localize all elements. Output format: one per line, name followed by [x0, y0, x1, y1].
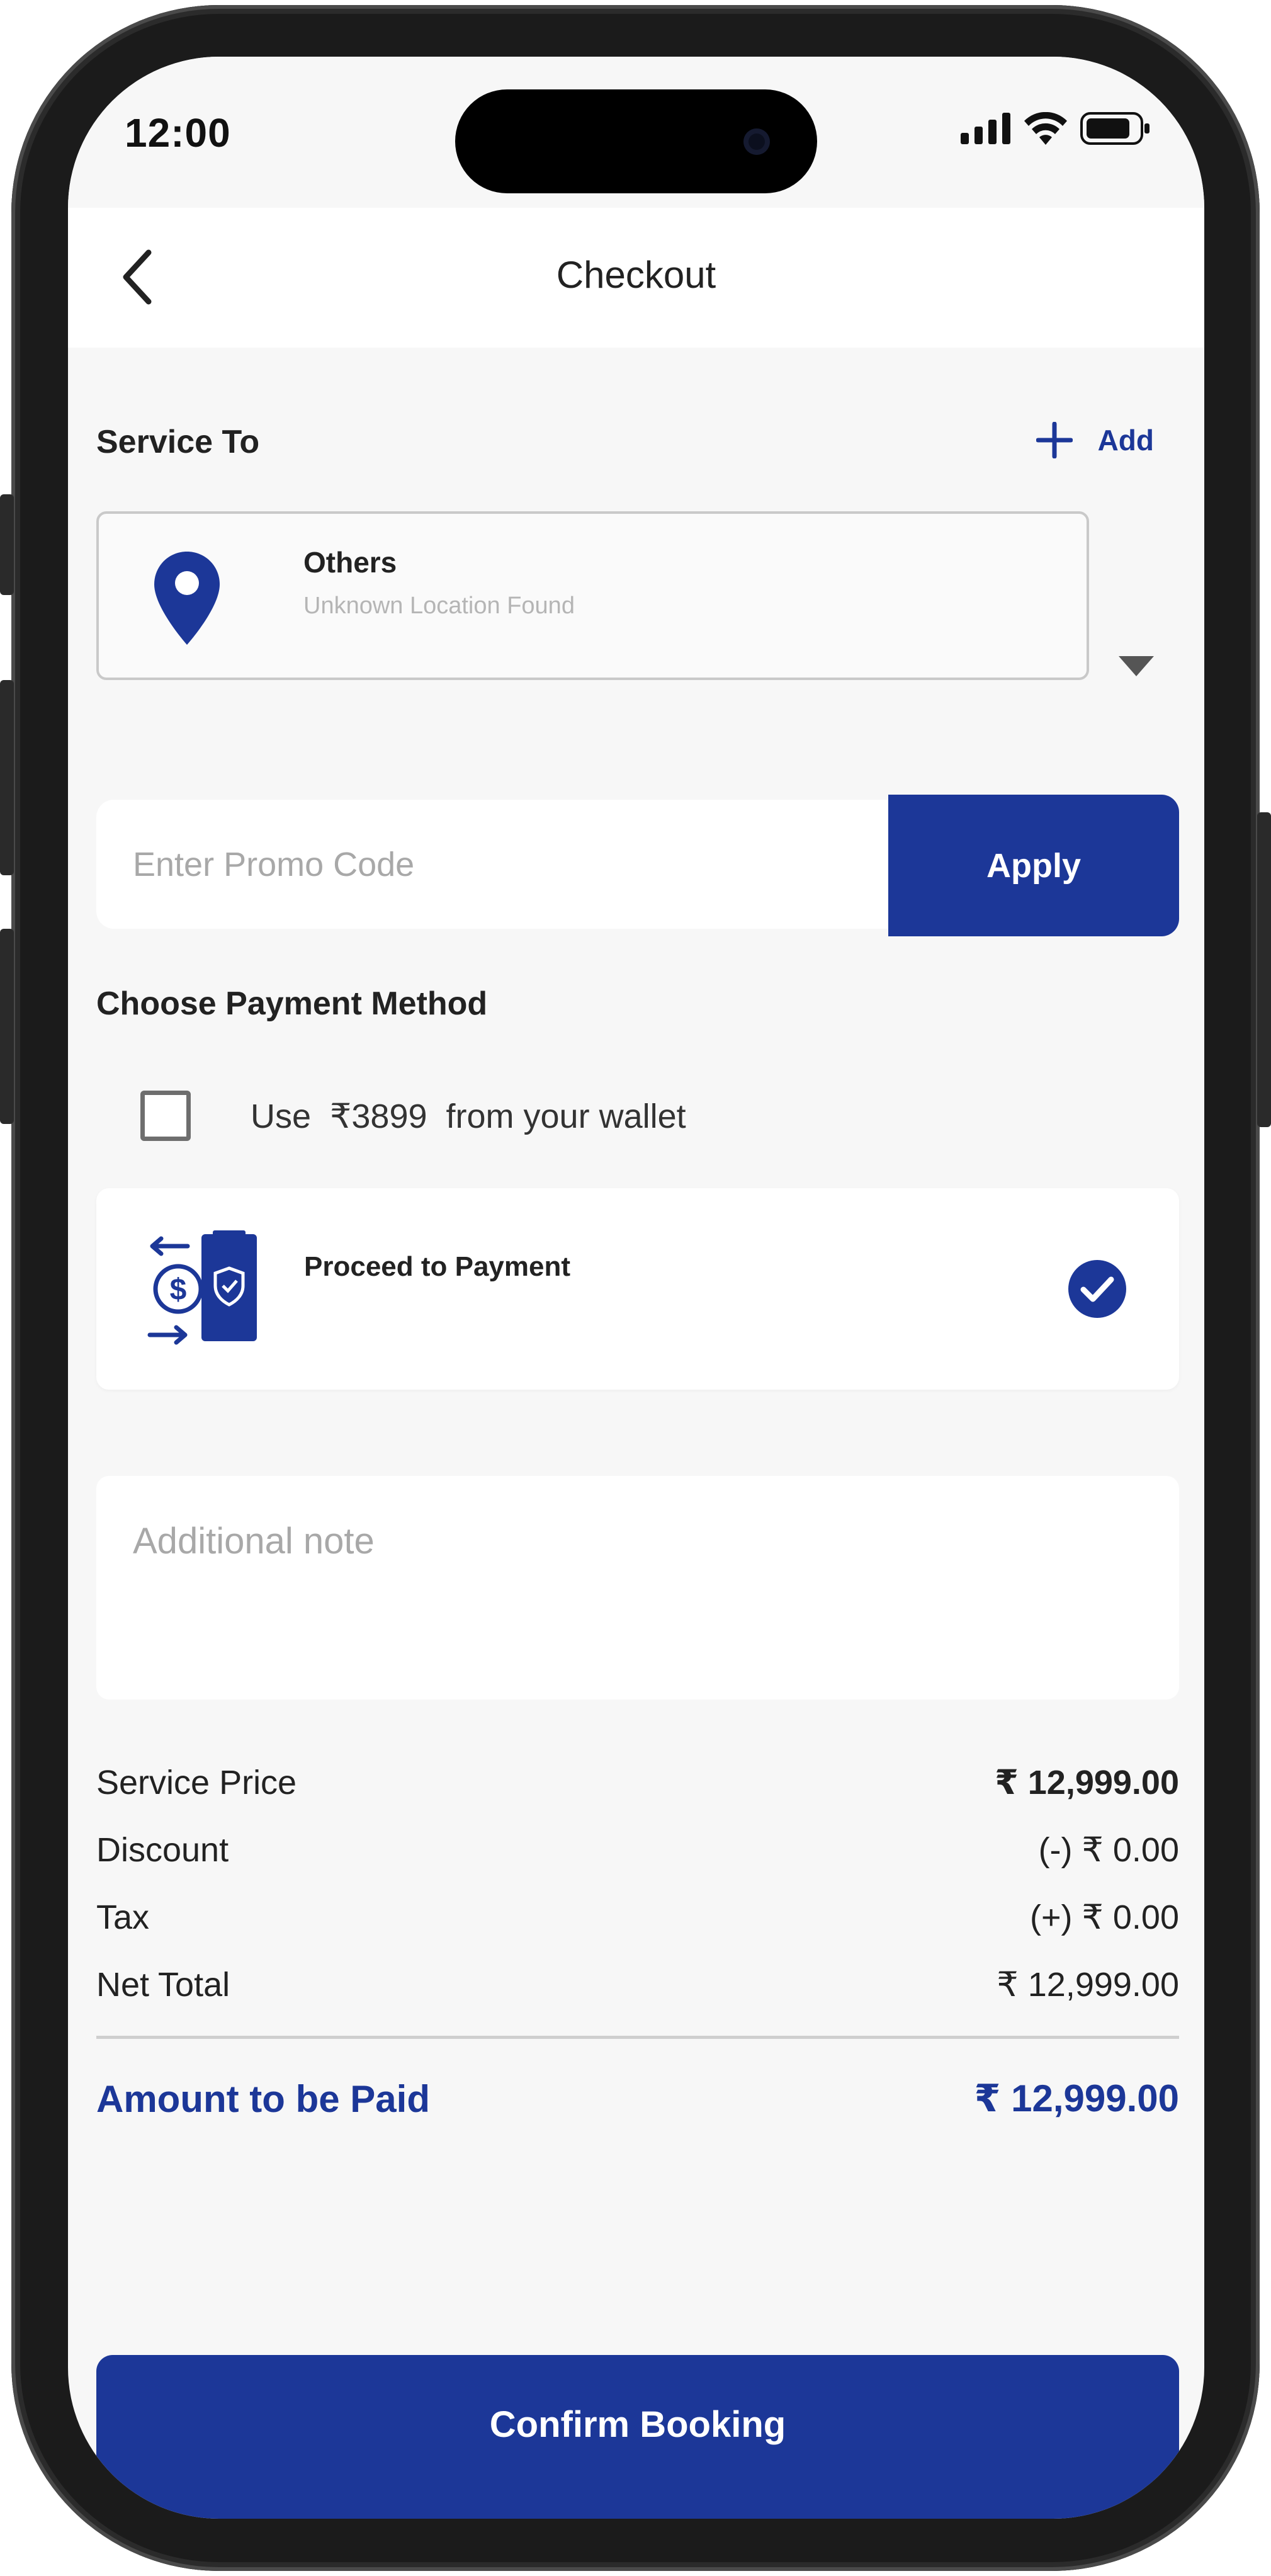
summary-row-net-total: Net Total ₹ 12,999.00	[96, 1951, 1179, 2018]
summary-value: ₹ 12,999.00	[997, 1966, 1179, 2004]
promo-code-input[interactable]	[96, 800, 890, 929]
summary-value: ₹ 12,999.00	[995, 1764, 1179, 1801]
summary-value: (-) ₹ 0.00	[1038, 1831, 1179, 1869]
wallet-text: Use ₹3899 from your wallet	[251, 1097, 686, 1135]
address-name: Others	[303, 546, 397, 579]
power-button	[1257, 812, 1271, 1127]
page-title: Checkout	[556, 254, 716, 296]
status-bar: 12:00	[68, 57, 1204, 208]
add-label: Add	[1097, 424, 1154, 457]
amount-to-be-paid-row: Amount to be Paid ₹ 12,999.00	[96, 2077, 1179, 2121]
summary-label: Tax	[96, 1898, 150, 1936]
volume-up-button	[0, 680, 14, 875]
confirm-booking-button[interactable]: Confirm Booking	[96, 2355, 1179, 2519]
address-subtitle: Unknown Location Found	[303, 593, 575, 619]
total-label: Amount to be Paid	[96, 2077, 430, 2120]
plus-icon	[1036, 422, 1073, 458]
promo-section: Apply	[96, 795, 1179, 936]
wifi-icon	[1024, 112, 1067, 145]
payment-transfer-icon: $	[147, 1230, 257, 1345]
cellular-signal-icon	[961, 113, 1010, 144]
wallet-checkbox[interactable]	[140, 1091, 191, 1141]
app-header: Checkout	[68, 208, 1204, 348]
add-address-button[interactable]: Add	[1036, 422, 1154, 458]
status-icons	[961, 112, 1151, 145]
apply-promo-button[interactable]: Apply	[888, 795, 1179, 936]
summary-label: Service Price	[96, 1763, 297, 1801]
location-pin-icon	[154, 552, 220, 645]
wallet-option: Use ₹3899 from your wallet	[140, 1091, 686, 1141]
volume-down-button	[0, 929, 14, 1124]
battery-icon	[1080, 112, 1150, 145]
front-camera	[743, 128, 770, 155]
service-to-label: Service To	[96, 424, 260, 460]
summary-value: (+) ₹ 0.00	[1030, 1898, 1179, 1936]
summary-divider	[96, 2036, 1179, 2039]
summary-row-discount: Discount (-) ₹ 0.00	[96, 1816, 1179, 1883]
summary-row-service-price: Service Price ₹ 12,999.00	[96, 1749, 1179, 1816]
check-circle-icon	[1068, 1260, 1126, 1318]
payment-method-label: Choose Payment Method	[96, 985, 488, 1022]
total-value: ₹ 12,999.00	[974, 2077, 1179, 2119]
caret-down-icon[interactable]	[1119, 656, 1154, 676]
summary-label: Net Total	[96, 1965, 230, 2004]
payment-option-card[interactable]: $ Proceed to Payment	[96, 1188, 1179, 1390]
screen: 12:00 Checkout Service To Add Others Unk…	[68, 57, 1204, 2519]
address-card[interactable]: Others Unknown Location Found	[96, 511, 1089, 680]
dynamic-island	[455, 89, 817, 193]
summary-row-tax: Tax (+) ₹ 0.00	[96, 1883, 1179, 1951]
additional-note-input[interactable]	[96, 1476, 1179, 1699]
price-summary: Service Price ₹ 12,999.00 Discount (-) ₹…	[96, 1749, 1179, 2121]
status-time: 12:00	[125, 110, 231, 156]
payment-option-label: Proceed to Payment	[304, 1251, 571, 1282]
summary-label: Discount	[96, 1830, 229, 1869]
silent-switch	[0, 494, 14, 595]
svg-text:$: $	[170, 1273, 187, 1307]
